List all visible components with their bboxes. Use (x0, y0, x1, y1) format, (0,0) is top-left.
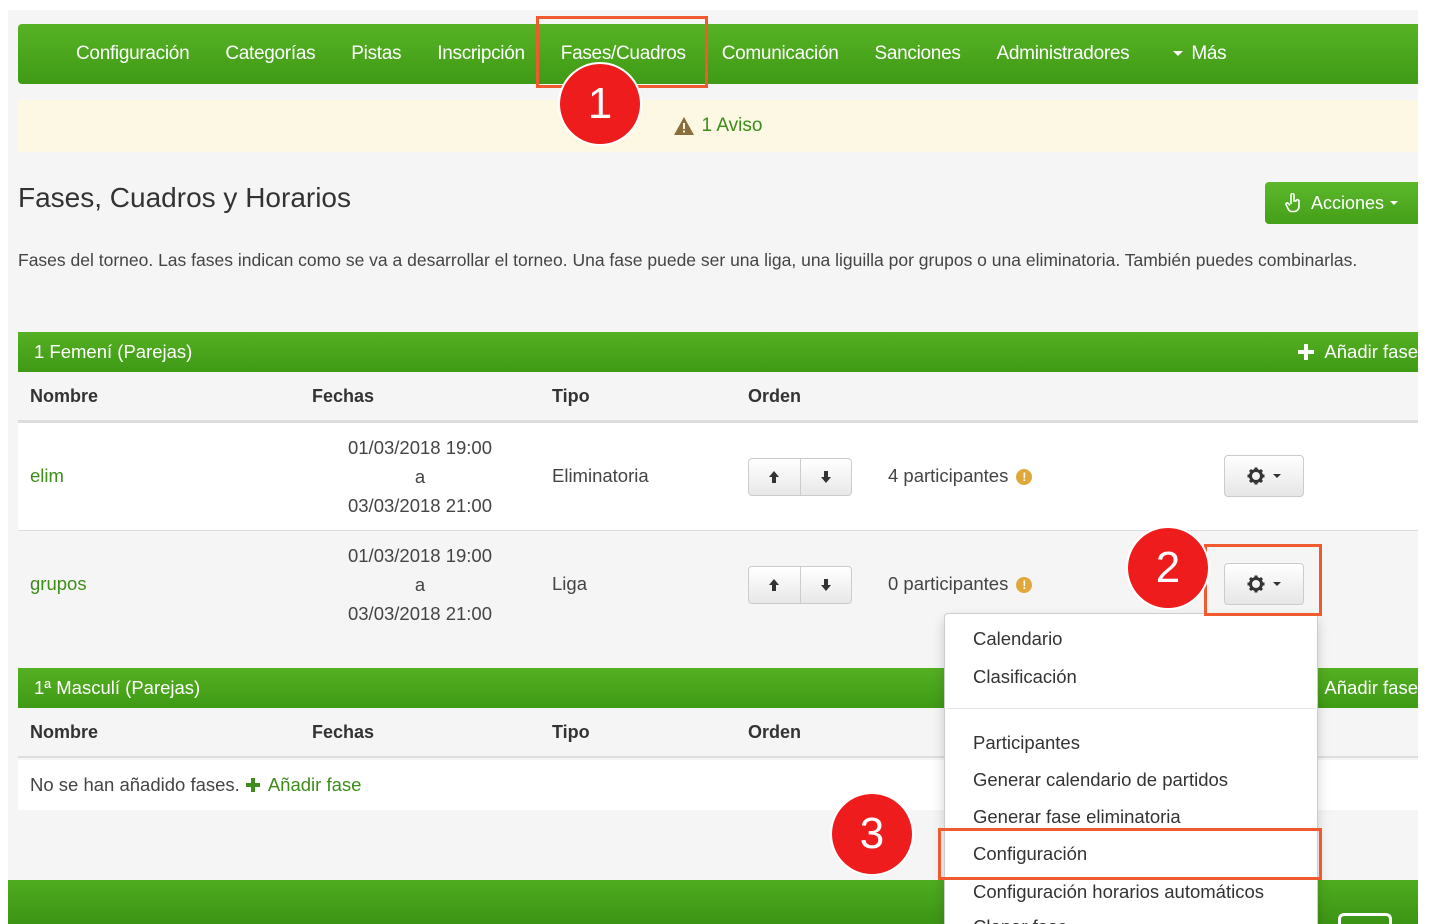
header-orden: Orden (748, 386, 802, 406)
date-end: 03/03/2018 21:00 (347, 603, 493, 624)
header-tipo: Tipo (552, 722, 590, 742)
main-navbar: Configuración Categorías Pistas Inscripc… (18, 24, 1418, 84)
add-phase-label: Añadir fase (1324, 677, 1418, 698)
page: Configuración Categorías Pistas Inscripc… (8, 10, 1418, 924)
nav-more[interactable]: Más (1155, 43, 1244, 65)
header-nombre: Nombre (30, 722, 99, 742)
move-down-button[interactable] (799, 459, 852, 495)
menu-item-participantes[interactable]: Participantes (973, 732, 1080, 754)
phase-type: Eliminatoria (552, 465, 649, 486)
alert-link[interactable]: 1 Aviso (702, 115, 763, 137)
menu-item-clonar-fase[interactable]: Clonar fase (973, 916, 1068, 924)
header-fechas: Fechas (312, 386, 375, 406)
category-title: 1ª Masculí (Parejas) (34, 677, 201, 698)
date-start: 01/03/2018 19:00 (347, 437, 493, 458)
arrow-up-icon (769, 471, 780, 483)
step-badge-3: 3 (832, 794, 912, 874)
nav-pistas[interactable]: Pistas (333, 43, 419, 65)
caret-down-icon (1173, 51, 1184, 57)
add-phase-link-label: Añadir fase (267, 774, 362, 795)
nav-sanciones[interactable]: Sanciones (857, 43, 979, 65)
gear-icon (1247, 575, 1265, 593)
phase-name-link[interactable]: grupos (30, 573, 87, 595)
menu-item-configuracion[interactable]: Configuración (973, 843, 1087, 865)
header-orden: Orden (748, 722, 802, 742)
exclamation-icon: ! (1016, 469, 1033, 485)
date-end: 03/03/2018 21:00 (347, 495, 493, 516)
exclamation-icon: ! (1016, 577, 1033, 593)
order-buttons (748, 458, 852, 496)
nav-fases-cuadros[interactable]: Fases/Cuadros (543, 43, 704, 65)
step-badge-1: 1 (560, 64, 640, 144)
header-nombre: Nombre (30, 386, 99, 406)
phase-type: Liga (552, 573, 587, 594)
category-title: 1 Femení (Parejas) (34, 341, 193, 362)
participants-text: 0 participantes (888, 573, 1009, 594)
table-row: elim 01/03/2018 19:00 a 03/03/2018 21:00… (18, 422, 1418, 530)
add-phase-link[interactable]: Añadir fase (245, 774, 362, 796)
page-title: Fases, Cuadros y Horarios (18, 182, 352, 213)
nav-inscripcion[interactable]: Inscripción (419, 43, 543, 65)
menu-item-generar-eliminatoria[interactable]: Generar fase eliminatoria (973, 806, 1181, 828)
arrow-down-icon (820, 471, 831, 483)
nav-configuracion[interactable]: Configuración (58, 43, 207, 65)
caret-down-icon (1273, 474, 1281, 478)
arrow-down-icon (820, 579, 831, 591)
phase-options-button[interactable] (1224, 563, 1304, 605)
page-description: Fases del torneo. Las fases indican como… (18, 250, 1358, 270)
add-phase-button[interactable]: Añadir fase (1298, 332, 1418, 372)
caret-down-icon (1390, 201, 1399, 205)
header-fechas: Fechas (312, 722, 375, 742)
move-up-button[interactable] (749, 567, 800, 603)
plus-icon (1298, 344, 1315, 360)
phase-options-menu: Calendario Clasificación Participantes G… (944, 613, 1318, 924)
nav-categorias[interactable]: Categorías (207, 43, 333, 65)
menu-item-configuracion-horarios[interactable]: Configuración horarios automáticos (973, 881, 1264, 903)
alert-bar: 1 Aviso (18, 100, 1418, 152)
actions-button[interactable]: Acciones (1265, 182, 1418, 224)
nav-more-label: Más (1191, 43, 1227, 64)
participants-text: 4 participantes (888, 465, 1009, 486)
move-up-button[interactable] (749, 459, 800, 495)
category-header: 1 Femení (Parejas) Añadir fase (18, 332, 1418, 372)
caret-down-icon (1273, 582, 1281, 586)
phase-dates: 01/03/2018 19:00 a 03/03/2018 21:00 (320, 541, 520, 628)
menu-divider (946, 708, 1316, 709)
date-sep: a (414, 466, 426, 487)
empty-text: No se han añadido fases. (30, 774, 240, 795)
hand-pointer-icon (1285, 193, 1300, 213)
plus-icon (245, 778, 260, 792)
step-badge-2: 2 (1128, 528, 1208, 608)
nav-administradores[interactable]: Administradores (979, 43, 1148, 65)
header-tipo: Tipo (552, 386, 590, 406)
participants-count: 0 participantes! (888, 573, 1033, 595)
menu-item-clasificacion[interactable]: Clasificación (973, 666, 1077, 688)
gear-icon (1247, 467, 1265, 485)
phase-dates: 01/03/2018 19:00 a 03/03/2018 21:00 (320, 433, 520, 520)
order-buttons (748, 566, 852, 604)
menu-item-calendario[interactable]: Calendario (973, 628, 1062, 650)
phase-options-button[interactable] (1224, 455, 1304, 497)
menu-item-generar-calendario[interactable]: Generar calendario de partidos (973, 769, 1228, 791)
add-phase-label: Añadir fase (1324, 341, 1418, 362)
footer-logo-icon (1338, 913, 1392, 924)
move-down-button[interactable] (799, 567, 852, 603)
date-start: 01/03/2018 19:00 (347, 545, 493, 566)
date-sep: a (414, 574, 426, 595)
actions-label: Acciones (1311, 192, 1385, 213)
participants-count: 4 participantes! (888, 465, 1033, 487)
phase-name-link[interactable]: elim (30, 465, 64, 487)
nav-comunicacion[interactable]: Comunicación (704, 43, 857, 65)
arrow-up-icon (769, 579, 780, 591)
table-header: Nombre Fechas Tipo Orden (18, 372, 1418, 422)
warning-icon (673, 117, 694, 135)
